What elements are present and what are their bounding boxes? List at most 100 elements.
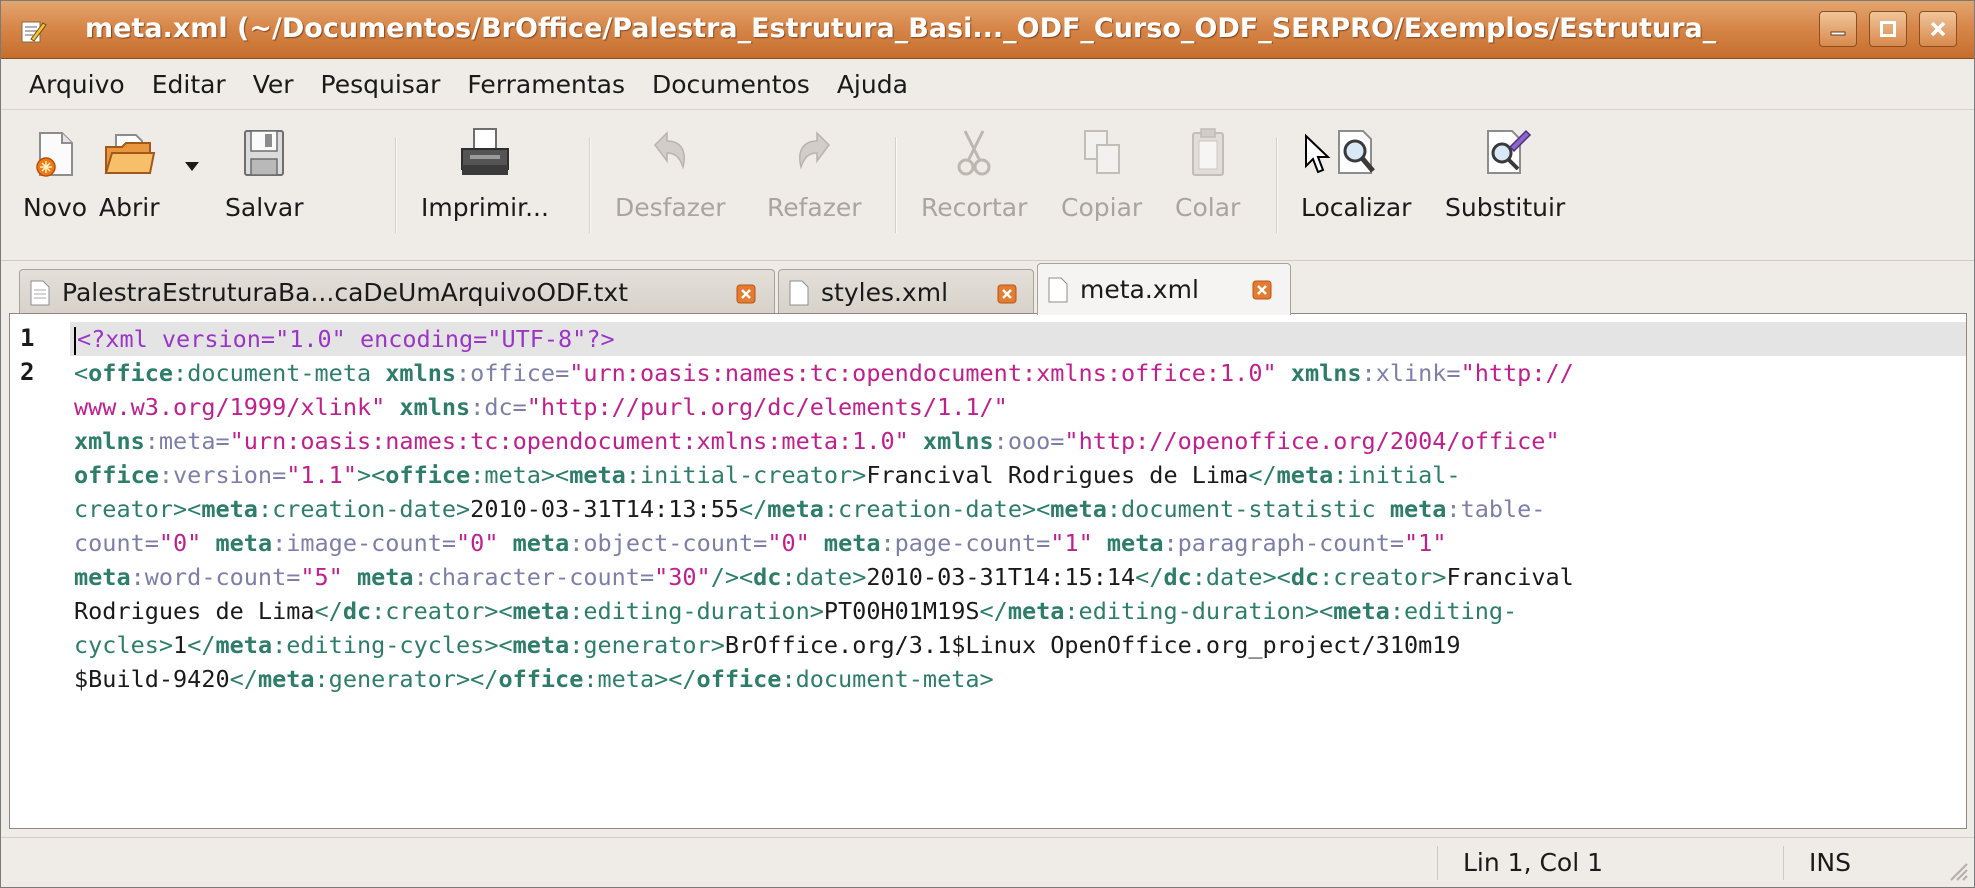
status-divider	[1783, 846, 1784, 880]
code-token: :character-count=	[413, 563, 655, 591]
code-token: "urn:oasis:names:tc:opendocument:xmlns:o…	[569, 359, 1277, 387]
tab-palestra-txt[interactable]: PalestraEstruturaBa...caDeUmArquivoODF.t…	[19, 269, 775, 315]
code-token: 1	[173, 631, 188, 659]
code-token: xmlns	[385, 359, 457, 387]
save-button[interactable]: Salvar	[225, 119, 304, 257]
print-label: Imprimir...	[421, 193, 549, 222]
code-token: :word-count=	[130, 563, 301, 591]
close-tab-icon[interactable]	[736, 284, 756, 304]
open-button[interactable]: Abrir	[99, 119, 159, 257]
menu-documentos[interactable]: Documentos	[652, 70, 810, 99]
code-token: meta	[823, 529, 881, 557]
code-line: www.w3.org/1999/xlink" xmlns:dc="http://…	[74, 390, 1008, 424]
code-token: </	[1135, 563, 1164, 591]
paste-label: Colar	[1175, 193, 1241, 222]
find-label: Localizar	[1301, 193, 1412, 222]
title-bar[interactable]: meta.xml (~/Documentos/BrOffice/Palestra…	[1, 1, 1974, 59]
redo-button[interactable]: Refazer	[767, 119, 862, 257]
code-line: <office:document-meta xmlns:office="urn:…	[74, 356, 1574, 390]
text-file-icon	[789, 280, 809, 305]
mouse-pointer-icon	[1305, 133, 1331, 174]
code-token: office	[696, 665, 782, 693]
code-token: :generator>	[569, 631, 725, 659]
save-label: Salvar	[225, 193, 304, 222]
close-tab-icon[interactable]	[1252, 280, 1272, 300]
toolbar-separator	[589, 137, 591, 233]
printer-icon	[460, 128, 509, 175]
code-token: "0"	[767, 529, 810, 557]
code-token: meta	[1106, 529, 1164, 557]
code-line: cycles>1</meta:editing-cycles><meta:gene…	[74, 628, 1461, 662]
redo-label: Refazer	[767, 193, 862, 222]
tab-meta-xml[interactable]: meta.xml	[1037, 263, 1291, 315]
code-token: :generator></	[314, 665, 499, 693]
replace-button[interactable]: Substituir	[1445, 119, 1565, 257]
code-token: :document-meta	[173, 359, 386, 387]
code-token: dc	[1290, 563, 1320, 591]
code-token: :office=	[456, 359, 570, 387]
code-token: "http://purl.org/dc/elements/1.1/"	[526, 393, 1008, 421]
toolbar-separator	[395, 137, 397, 233]
close-tab-icon[interactable]	[997, 284, 1017, 304]
code-token: $Build-9420	[74, 665, 230, 693]
code-token: :ooo=	[993, 427, 1065, 455]
new-button[interactable]: Novo	[23, 119, 87, 257]
close-button[interactable]	[1919, 11, 1957, 47]
tab-label: PalestraEstruturaBa...caDeUmArquivoODF.t…	[62, 278, 629, 307]
menu-bar: Arquivo Editar Ver Pesquisar Ferramentas…	[1, 60, 1974, 110]
resize-grip-icon[interactable]	[1945, 858, 1969, 882]
cut-button[interactable]: Recortar	[921, 119, 1027, 257]
code-token: meta	[512, 597, 570, 625]
code-token: office	[74, 461, 159, 489]
menu-ver[interactable]: Ver	[253, 70, 294, 99]
maximize-button[interactable]	[1869, 11, 1907, 47]
code-token: </	[739, 495, 768, 523]
line-number: 2	[20, 358, 35, 386]
code-token: office	[88, 359, 174, 387]
menu-ferramentas[interactable]: Ferramentas	[467, 70, 625, 99]
menu-editar[interactable]: Editar	[152, 70, 226, 99]
window-title: meta.xml (~/Documentos/BrOffice/Palestra…	[85, 13, 1717, 44]
code-token: :meta><	[470, 461, 570, 489]
print-button[interactable]: Imprimir...	[421, 119, 549, 257]
code-token: BrOffice.org/3.1$Linux OpenOffice.org_pr…	[724, 631, 1461, 659]
menu-arquivo[interactable]: Arquivo	[29, 70, 125, 99]
open-recent-dropdown-icon[interactable]	[181, 155, 203, 177]
status-bar: Lin 1, Col 1 INS	[1, 837, 1974, 887]
tab-styles-xml[interactable]: styles.xml	[778, 269, 1034, 315]
code-token: :date><	[1191, 563, 1291, 591]
code-token: PT00H01M19S	[823, 597, 980, 625]
undo-button[interactable]: Desfazer	[615, 119, 726, 257]
code-token: :version=	[158, 461, 287, 489]
code-token: :editing-	[1389, 597, 1518, 625]
new-document-icon	[36, 132, 74, 177]
code-token: :editing-cycles><	[272, 631, 513, 659]
minimize-button[interactable]	[1819, 11, 1857, 47]
menu-ajuda[interactable]: Ajuda	[837, 70, 908, 99]
code-token: "0"	[158, 529, 202, 557]
code-token: "1"	[1404, 529, 1447, 557]
code-token: meta	[1276, 461, 1334, 489]
code-token: :image-count=	[272, 529, 457, 557]
code-token: :creator><	[371, 597, 513, 625]
code-token: "5"	[300, 563, 343, 591]
tab-bar: PalestraEstruturaBa...caDeUmArquivoODF.t…	[1, 263, 1974, 315]
line-number: 1	[20, 324, 35, 352]
text-editor-area[interactable]: 1 2 <?xml version="1.0" encoding="UTF-8"…	[9, 313, 1967, 829]
copy-button[interactable]: Copiar	[1061, 119, 1142, 257]
code-token: :meta=	[144, 427, 230, 455]
code-token: "30"	[654, 563, 711, 591]
code-token: meta	[1333, 597, 1390, 625]
code-token: /><	[710, 563, 754, 591]
scissors-icon	[957, 130, 991, 176]
find-magnifier-icon	[1338, 130, 1376, 174]
paste-button[interactable]: Colar	[1175, 119, 1240, 257]
cursor-position: Lin 1, Col 1	[1463, 848, 1604, 877]
code-token: "1"	[1050, 529, 1093, 557]
menu-pesquisar[interactable]: Pesquisar	[321, 70, 441, 99]
cut-label: Recortar	[921, 193, 1028, 222]
undo-label: Desfazer	[615, 193, 726, 222]
code-token: ><	[356, 461, 386, 489]
